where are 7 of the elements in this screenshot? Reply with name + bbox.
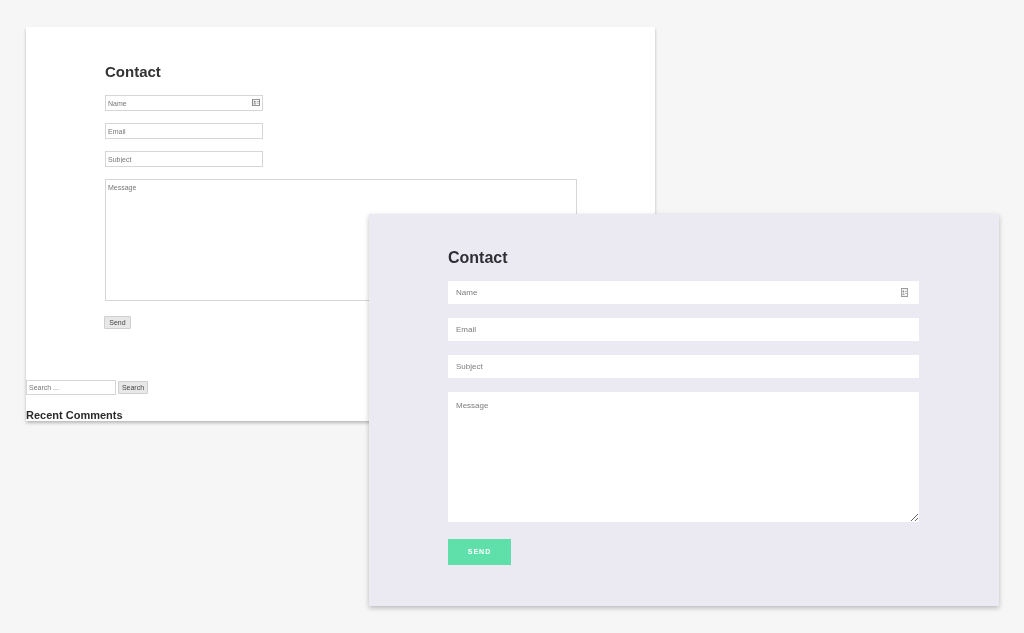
- contact-heading: Contact: [448, 248, 508, 268]
- input-field[interactable]: Name: [448, 281, 919, 304]
- widget-heading: Recent Comments: [26, 408, 123, 422]
- input-field[interactable]: Subject: [448, 355, 919, 378]
- message-field[interactable]: Message: [448, 392, 919, 522]
- input-field[interactable]: Email: [448, 318, 919, 341]
- contact-heading: Contact: [105, 62, 161, 82]
